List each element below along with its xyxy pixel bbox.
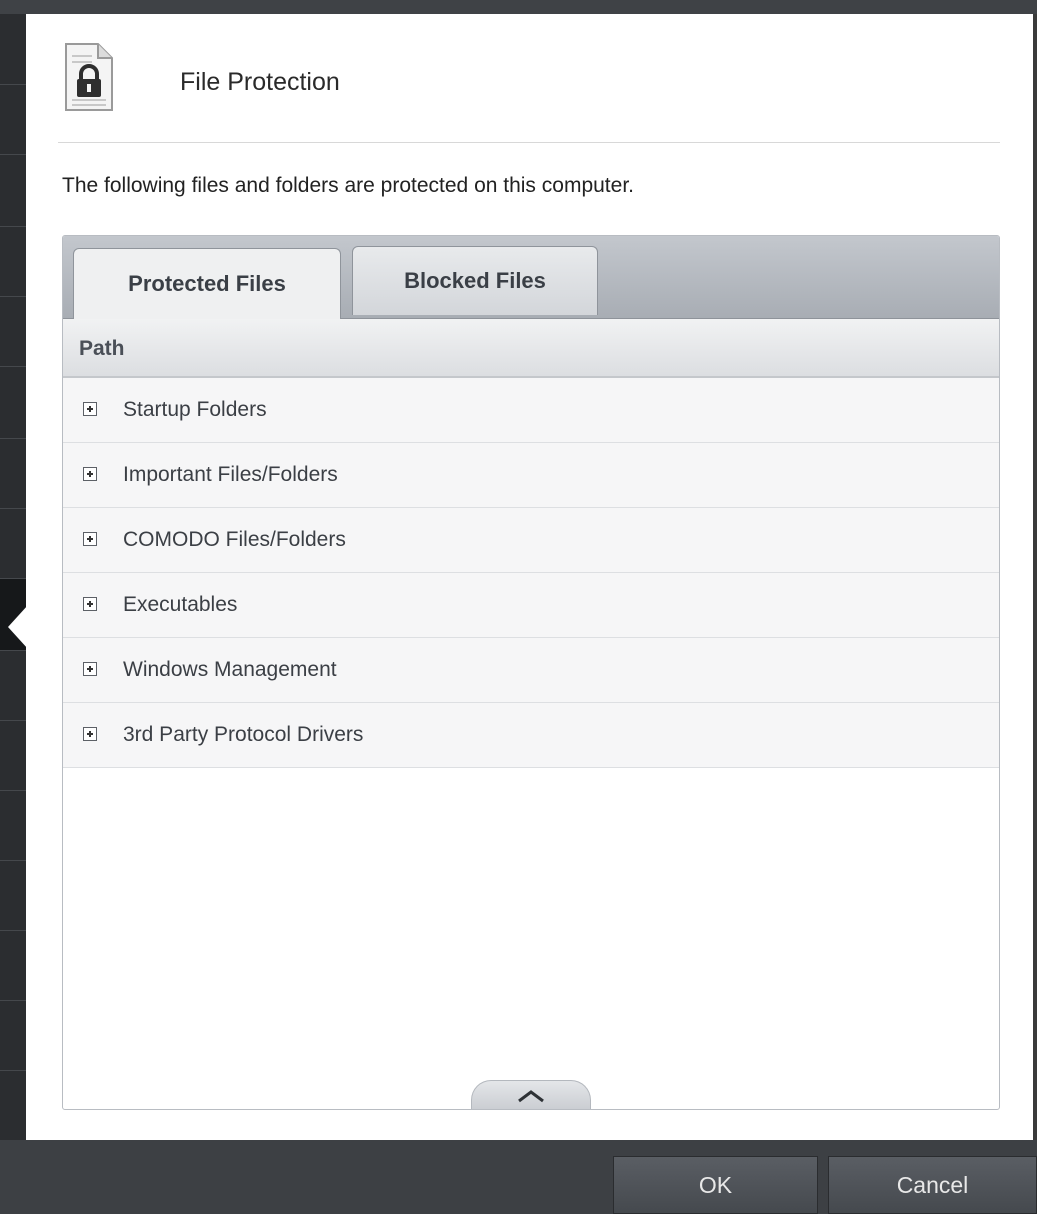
expand-plus-icon[interactable] (83, 402, 97, 416)
list-item-label: 3rd Party Protocol Drivers (123, 723, 364, 746)
chevron-up-icon (518, 1090, 544, 1103)
window-top-edge (0, 0, 1037, 14)
list-item-label: Windows Management (123, 658, 337, 681)
expand-plus-icon[interactable] (83, 532, 97, 546)
list-item-label: COMODO Files/Folders (123, 528, 346, 551)
list-item-label: Startup Folders (123, 398, 267, 421)
list-item[interactable]: Executables (63, 573, 999, 638)
header-divider (58, 142, 1000, 143)
selection-pointer-icon (8, 605, 28, 649)
sidebar-segment[interactable] (0, 508, 26, 579)
sidebar-segment[interactable] (0, 226, 26, 297)
sidebar-segment[interactable] (0, 650, 26, 721)
tab-container: Protected Files Blocked Files Path Start… (62, 235, 1000, 1110)
sidebar-segment[interactable] (0, 438, 26, 509)
list-item-label: Important Files/Folders (123, 463, 338, 486)
expand-plus-icon[interactable] (83, 467, 97, 481)
cancel-button[interactable]: Cancel (828, 1156, 1037, 1214)
sidebar-strip (0, 0, 26, 1140)
list-item[interactable]: Windows Management (63, 638, 999, 703)
dialog-description: The following files and folders are prot… (62, 174, 634, 197)
list-item[interactable]: 3rd Party Protocol Drivers (63, 703, 999, 768)
list-item[interactable]: Startup Folders (63, 378, 999, 443)
expand-plus-icon[interactable] (83, 662, 97, 676)
sidebar-segment[interactable] (0, 790, 26, 861)
sidebar-segment[interactable] (0, 1000, 26, 1071)
collapse-panel-button[interactable] (471, 1080, 591, 1109)
tab-blocked-files[interactable]: Blocked Files (352, 246, 598, 315)
list-item[interactable]: COMODO Files/Folders (63, 508, 999, 573)
expand-plus-icon[interactable] (83, 597, 97, 611)
column-header-path[interactable]: Path (63, 319, 999, 378)
sidebar-segment[interactable] (0, 1070, 26, 1141)
column-header-label: Path (79, 337, 125, 360)
sidebar-segment[interactable] (0, 720, 26, 791)
sidebar-segment[interactable] (0, 366, 26, 439)
sidebar-segment[interactable] (0, 154, 26, 227)
tab-protected-files[interactable]: Protected Files (73, 248, 341, 319)
ok-button[interactable]: OK (613, 1156, 818, 1214)
sidebar-segment[interactable] (0, 930, 26, 1001)
list-item[interactable]: Important Files/Folders (63, 443, 999, 508)
expand-plus-icon[interactable] (83, 727, 97, 741)
list-item-label: Executables (123, 593, 238, 616)
dialog-footer: OK Cancel (0, 1140, 1037, 1214)
sidebar-segment[interactable] (0, 860, 26, 931)
file-protection-dialog: File Protection The following files and … (26, 14, 1033, 1140)
sidebar-segment[interactable] (0, 84, 26, 155)
locked-file-icon (62, 42, 116, 114)
dialog-title: File Protection (180, 68, 340, 96)
tab-bar: Protected Files Blocked Files (63, 236, 999, 319)
sidebar-segment[interactable] (0, 296, 26, 367)
protected-files-list: Startup Folders Important Files/Folders … (63, 378, 999, 768)
